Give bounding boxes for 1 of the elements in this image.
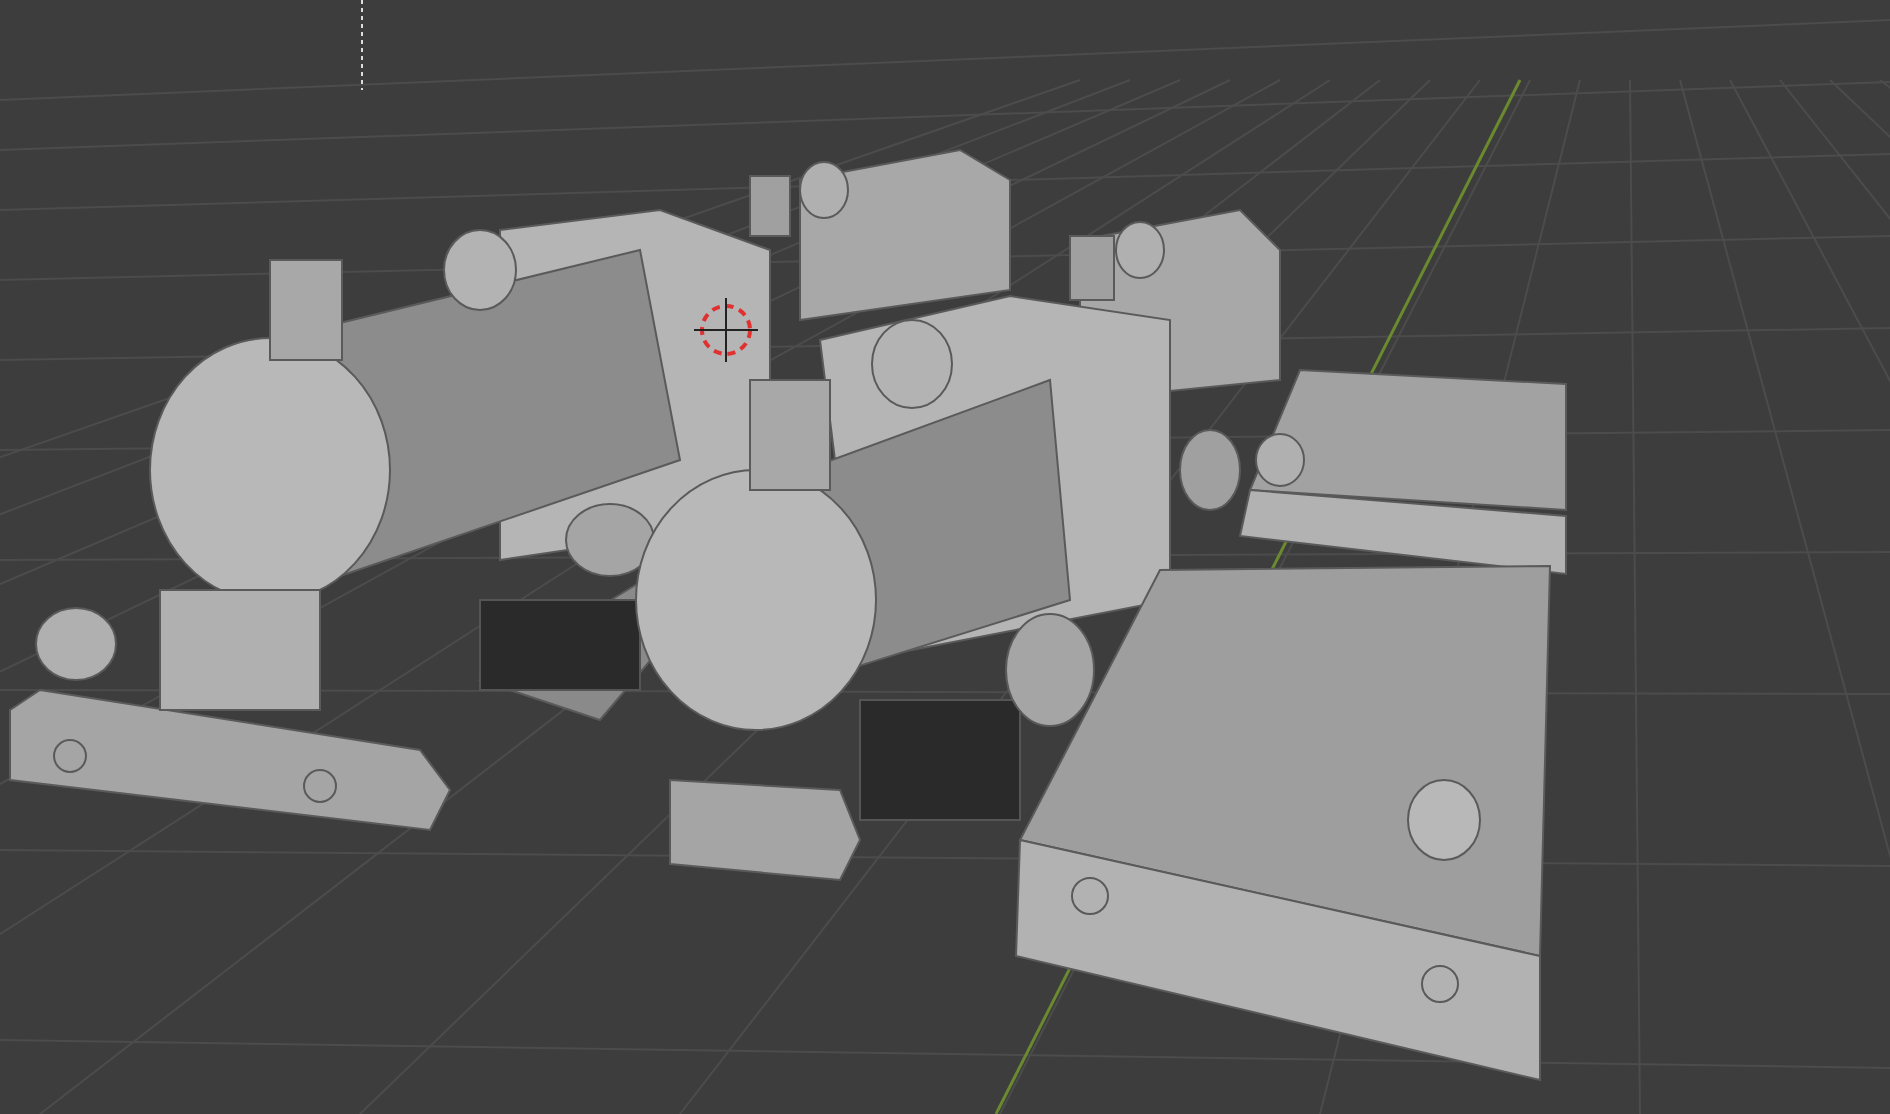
dashed-line	[361, 0, 363, 91]
